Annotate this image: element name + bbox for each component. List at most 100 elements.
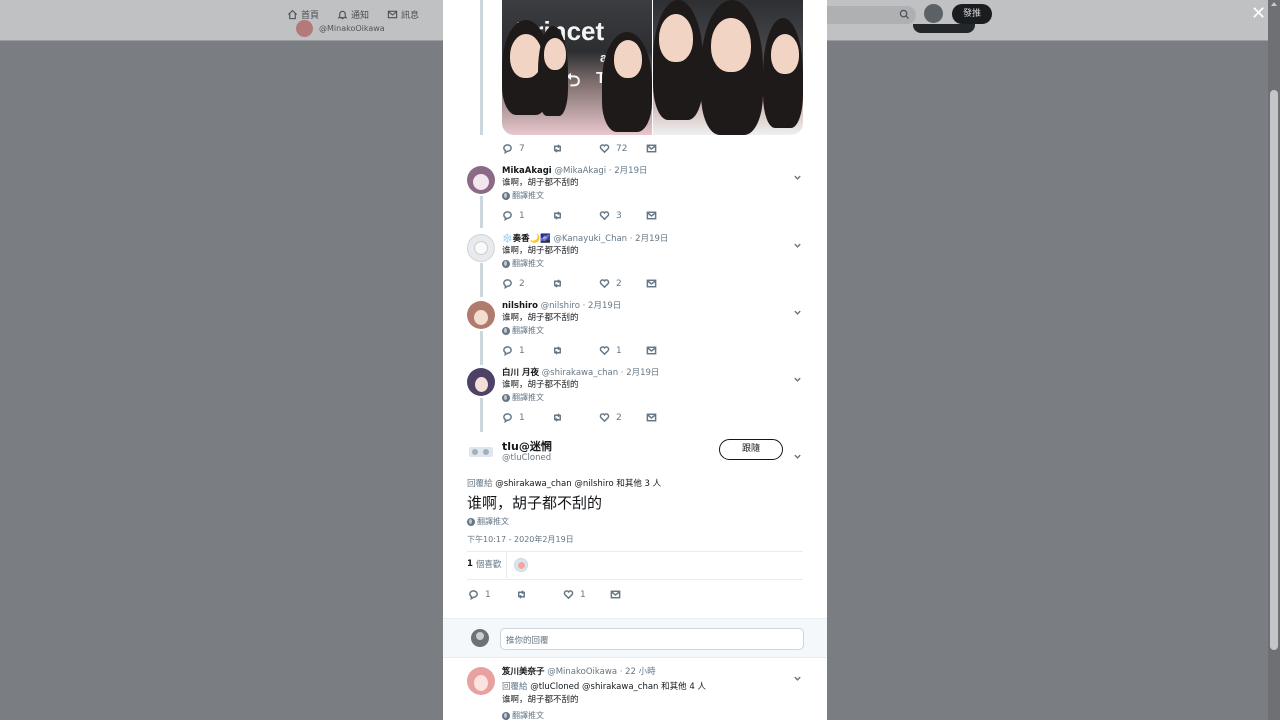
retweet-button[interactable] [516,589,563,600]
reply-author-name[interactable]: 白川 月夜 [502,368,539,378]
retweet-button[interactable] [552,345,599,356]
reply-author-meta[interactable]: @MikaAkagi · 2月19日 [554,166,647,176]
avatar[interactable] [467,368,495,396]
reply-author-name[interactable]: 笈川美奈子 [502,667,545,677]
replying-suffix[interactable]: 和其他 3 人 [616,479,661,489]
tweet-author-name[interactable]: tlu@迷惘 [502,438,552,454]
photo-left[interactable]: Princet at Tr ⮌ [502,0,652,135]
follow-button[interactable]: 跟隨 [719,439,783,460]
reply-author-meta[interactable]: @shirakawa_chan · 2月19日 [542,368,660,378]
more-options-button[interactable] [793,446,801,459]
account-avatar[interactable] [924,4,943,23]
more-options-button[interactable] [793,369,801,382]
retweet-button[interactable] [552,210,599,221]
message-button[interactable] [646,210,657,221]
like-button[interactable]: 72 [599,143,646,154]
envelope-icon [646,279,657,288]
replying-users[interactable]: @tluCloned @shirakawa_chan [530,682,658,692]
avatar[interactable] [467,301,495,329]
reply-author-name[interactable]: nilshiro [502,301,538,311]
reply-author-meta[interactable]: @MinakoOikawa · 22 小時 [547,667,655,677]
reply-count: 1 [519,345,525,356]
reply-input[interactable]: 推你的回覆 [500,628,804,650]
replying-users[interactable]: @shirakawa_chan @nilshiro [495,479,613,489]
like-button[interactable]: 3 [599,210,646,221]
retweet-button[interactable] [552,278,599,289]
retweet-button[interactable] [552,143,599,154]
nav-messages[interactable]: 訊息 [387,8,419,21]
scroll-up-arrow[interactable] [1271,2,1277,6]
tweet-modal: Princet at Tr ⮌ P 7 [443,0,827,720]
avatar[interactable] [467,166,495,194]
translate-link[interactable]: 翻譯推文 [502,325,544,336]
reply-author-meta[interactable]: @nilshiro · 2月19日 [541,301,622,311]
reply-header: nilshiro @nilshiro · 2月19日 [502,299,621,311]
heart-icon [599,211,610,221]
reply-button[interactable]: 1 [502,345,552,356]
tweet-button[interactable]: 發推 [952,4,992,24]
tweet-author-handle[interactable]: @tluCloned [502,453,551,463]
reply-header: 白川 月夜 @shirakawa_chan · 2月19日 [502,366,659,378]
globe-icon [502,711,510,720]
reply-text: 谁啊，胡子都不刮的 [502,380,579,390]
heart-icon [563,590,574,600]
reply-button[interactable]: 1 [502,412,552,423]
envelope-icon [646,346,657,355]
tweet-text: 谁啊，胡子都不刮的 [467,494,603,512]
translate-link[interactable]: 翻譯推文 [502,392,544,403]
like-button[interactable]: 1 [563,589,610,600]
reply-button[interactable]: 2 [502,278,552,289]
message-button[interactable] [646,345,657,356]
more-options-button[interactable] [793,235,801,248]
replying-suffix[interactable]: 和其他 4 人 [661,682,706,692]
likes-label: 個喜歡 [475,560,502,570]
tweet-photos[interactable]: Princet at Tr ⮌ P [502,0,803,135]
avatar[interactable] [467,234,495,262]
retweet-icon [554,413,561,422]
reply-button[interactable]: 1 [468,589,516,600]
like-button[interactable]: 1 [599,345,646,356]
reply-author-meta[interactable]: @Kanayuki_Chan · 2月19日 [553,234,668,244]
reply-count: 2 [519,278,525,289]
replying-prefix: 回覆給 [467,479,493,489]
retweet-button[interactable] [552,412,599,423]
more-options-button[interactable] [793,668,801,681]
translate-link[interactable]: 翻譯推文 [502,710,544,720]
reply-header: 笈川美奈子 @MinakoOikawa · 22 小時 [502,665,656,677]
reply-author-name[interactable]: MikaAkagi [502,166,552,176]
like-button[interactable]: 2 [599,278,646,289]
reply-count: 7 [519,143,525,154]
translate-link[interactable]: 翻譯推文 [467,516,509,527]
photo-right[interactable]: P [653,0,803,135]
message-button[interactable] [646,278,657,289]
translate-link[interactable]: 翻譯推文 [502,258,544,269]
message-button[interactable] [610,589,621,600]
avatar[interactable] [467,439,495,461]
retweet-icon [518,590,525,599]
liker-avatar[interactable] [514,558,528,572]
translate-link[interactable]: 翻譯推文 [502,190,544,201]
chevron-down-icon [794,454,801,459]
more-options-button[interactable] [793,167,801,180]
reply-icon [503,144,512,154]
nav-messages-label: 訊息 [401,11,420,21]
photo-face [659,14,693,62]
envelope-icon [646,144,657,153]
reply-button[interactable]: 7 [502,143,552,154]
message-button[interactable] [646,412,657,423]
reply-actions: 1 2 [502,412,657,423]
replying-to: 回覆給 @tluCloned @shirakawa_chan 和其他 4 人 [502,680,706,692]
like-count: 72 [616,143,628,154]
message-button[interactable] [646,143,657,154]
reply-button[interactable]: 1 [502,210,552,221]
translate-label: 翻譯推文 [512,711,544,720]
search-input[interactable]: r [818,6,916,24]
scroll-thumb[interactable] [1270,90,1278,650]
like-button[interactable]: 2 [599,412,646,423]
chevron-down-icon [794,175,801,180]
close-modal-button[interactable]: ✕ [1251,5,1266,23]
likes-stat[interactable]: 1 個喜歡 [467,558,501,570]
reply-author-name[interactable]: ❄️奏香 [502,234,530,244]
more-options-button[interactable] [793,302,801,315]
avatar[interactable] [467,667,495,695]
